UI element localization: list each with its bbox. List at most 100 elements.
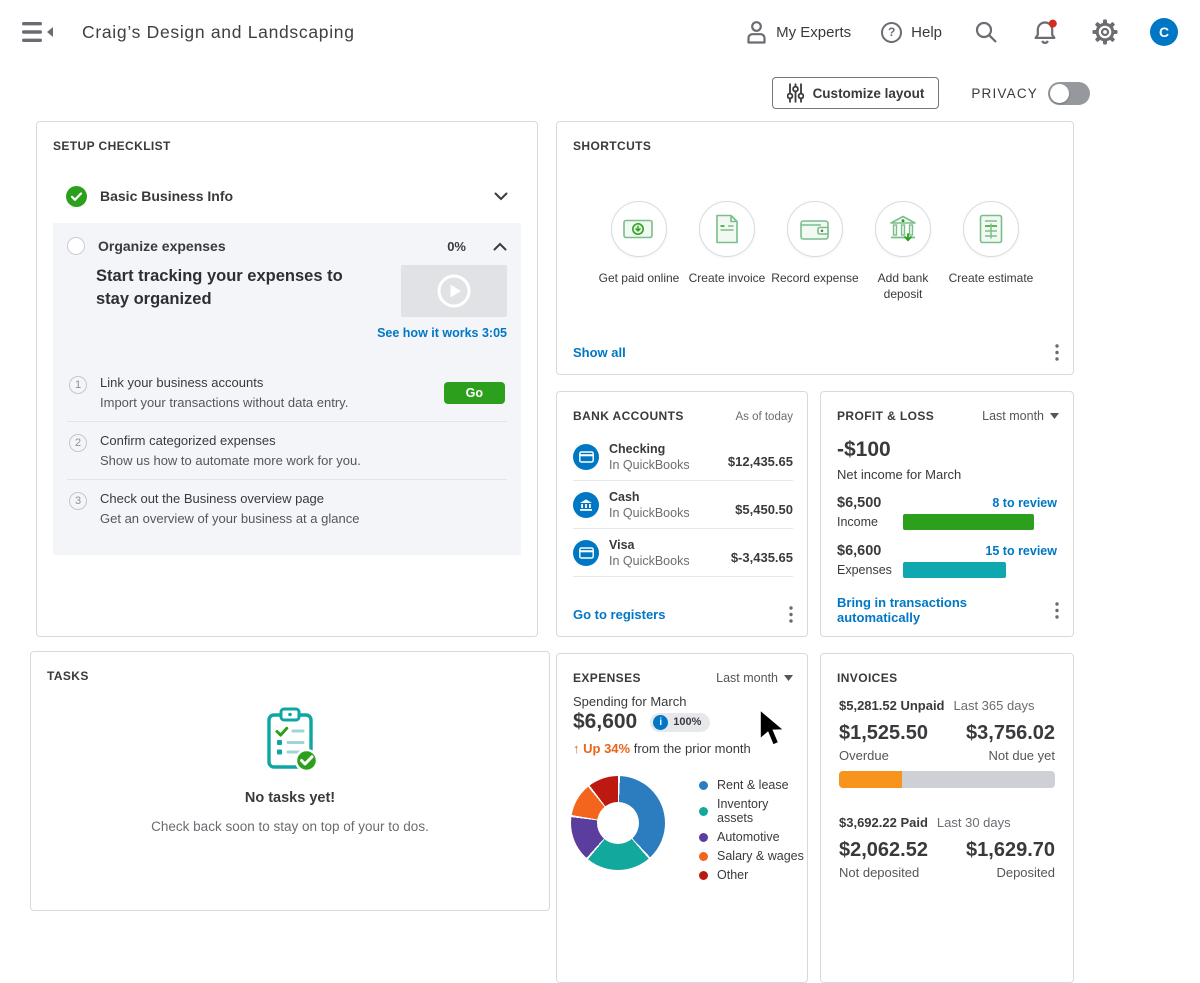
help-label: Help <box>911 24 942 41</box>
paid-amount-label: $3,692.22 Paid <box>839 815 928 830</box>
sliders-icon <box>787 83 804 103</box>
bank-row-cash[interactable]: Cash In QuickBooks $5,450.50 <box>573 481 793 529</box>
notifications-button[interactable] <box>1030 17 1060 48</box>
shortcuts-row: Get paid online Create invoice <box>557 201 1073 302</box>
bank-row-visa[interactable]: Visa In QuickBooks $-3,435.65 <box>573 529 793 577</box>
tasks-headline: No tasks yet! <box>245 790 335 806</box>
checklist-item-basic-business-info[interactable]: Basic Business Info <box>53 179 521 213</box>
bank-deposit-icon <box>875 201 931 257</box>
customize-layout-button[interactable]: Customize layout <box>772 77 940 109</box>
caret-down-icon <box>784 675 793 681</box>
organize-expenses-label: Organize expenses <box>98 238 226 254</box>
checklist-steps: 1 Link your business accounts Import you… <box>67 364 507 537</box>
my-experts-button[interactable]: My Experts <box>746 20 851 44</box>
checklist-step-link-accounts[interactable]: 1 Link your business accounts Import you… <box>67 364 507 421</box>
top-navbar: Craig’s Design and Landscaping My Expert… <box>0 0 1200 64</box>
legend-label: Salary & wages <box>717 849 804 863</box>
shortcut-add-bank-deposit[interactable]: Add bank deposit <box>859 201 947 302</box>
step-number-icon: 3 <box>69 492 87 510</box>
bank-row-checking[interactable]: Checking In QuickBooks $12,435.65 <box>573 433 793 481</box>
shortcut-record-expense[interactable]: Record expense <box>771 201 859 302</box>
expenses-bar[interactable] <box>903 562 1057 578</box>
search-button[interactable] <box>972 18 1000 46</box>
see-how-it-works-link[interactable]: See how it works 3:05 <box>377 326 507 340</box>
wallet-icon <box>787 201 843 257</box>
profit-loss-title: PROFIT & LOSS <box>837 409 934 423</box>
person-icon <box>746 20 767 44</box>
bank-accounts-card: BANK ACCOUNTS As of today Checking In Qu… <box>556 391 808 637</box>
legend-dot <box>699 871 708 880</box>
not-due-amount: $3,756.02 <box>966 722 1055 745</box>
go-to-registers-link[interactable]: Go to registers <box>573 607 665 622</box>
net-income-label: Net income for March <box>837 467 1057 482</box>
search-icon <box>974 20 998 44</box>
settings-button[interactable] <box>1090 17 1120 47</box>
show-all-link[interactable]: Show all <box>573 345 626 360</box>
chevron-down-icon <box>494 192 508 201</box>
credit-card-icon <box>573 540 599 566</box>
checklist-item-organize-expenses[interactable]: Organize expenses 0% <box>67 235 507 257</box>
bank-account-list: Checking In QuickBooks $12,435.65 Cash I… <box>573 433 793 577</box>
overdue-amount: $1,525.50 <box>839 722 928 745</box>
account-sub: In QuickBooks <box>609 554 690 568</box>
step-description: Show us how to automate more work for yo… <box>100 453 361 468</box>
donut-hole <box>597 802 639 844</box>
checklist-step-confirm-expenses[interactable]: 2 Confirm categorized expenses Show us h… <box>67 421 507 479</box>
account-name: Checking <box>609 442 690 456</box>
account-balance: $12,435.65 <box>728 454 793 472</box>
account-balance: $-3,435.65 <box>731 550 793 568</box>
organize-expenses-panel: Organize expenses 0% Start tracking your… <box>53 223 521 555</box>
income-label: Income <box>837 515 903 529</box>
legend-item: Salary & wages <box>699 849 807 863</box>
info-icon: i <box>653 715 668 730</box>
legend-item: Inventory assets <box>699 797 807 825</box>
legend-dot <box>699 781 708 790</box>
shortcuts-menu-button[interactable] <box>1053 342 1061 363</box>
video-thumbnail[interactable] <box>401 265 507 317</box>
sidebar-collapse-button[interactable] <box>18 16 60 48</box>
period-value: Last month <box>716 671 778 685</box>
invoices-title: INVOICES <box>837 671 898 685</box>
customize-layout-label: Customize layout <box>813 86 925 101</box>
video-column: See how it works 3:05 <box>382 265 507 340</box>
checklist-step-business-overview[interactable]: 3 Check out the Business overview page G… <box>67 479 507 537</box>
help-button[interactable]: ? Help <box>881 22 942 43</box>
legend-dot <box>699 807 708 816</box>
bank-icon <box>573 492 599 518</box>
shortcut-get-paid-online[interactable]: Get paid online <box>595 201 683 302</box>
credit-card-icon <box>573 444 599 470</box>
tasks-title: TASKS <box>31 652 549 683</box>
avatar[interactable]: C <box>1150 18 1178 46</box>
expenses-period-dropdown[interactable]: Last month <box>716 671 793 685</box>
invoices-progress-bar[interactable] <box>839 771 1055 788</box>
shortcut-label: Get paid online <box>599 270 680 286</box>
account-balance: $5,450.50 <box>735 502 793 520</box>
help-icon: ? <box>881 22 902 43</box>
shortcut-label: Add bank deposit <box>859 270 947 302</box>
percent-badge-value: 100% <box>673 716 701 728</box>
privacy-toggle[interactable] <box>1048 82 1090 105</box>
go-button[interactable]: Go <box>444 382 505 404</box>
company-name: Craig’s Design and Landscaping <box>82 22 355 43</box>
bring-in-transactions-link[interactable]: Bring in transactions automatically <box>837 595 1053 625</box>
shortcut-create-invoice[interactable]: Create invoice <box>683 201 771 302</box>
expenses-review-link[interactable]: 15 to review <box>985 544 1057 558</box>
organize-promo: Start tracking your expenses to stay org… <box>96 265 507 340</box>
bell-icon <box>1032 19 1058 46</box>
legend-dot <box>699 852 708 861</box>
toggle-knob <box>1050 84 1069 103</box>
legend-item: Automotive <box>699 830 807 844</box>
shortcut-create-estimate[interactable]: Create estimate <box>947 201 1035 302</box>
profit-loss-period-dropdown[interactable]: Last month <box>982 409 1059 423</box>
paid-summary: $3,692.22 PaidLast 30 days <box>839 815 1055 830</box>
account-name: Visa <box>609 538 690 552</box>
income-review-link[interactable]: 8 to review <box>992 496 1057 510</box>
bank-accounts-menu-button[interactable] <box>787 604 795 625</box>
legend-item: Other <box>699 868 807 882</box>
profit-loss-menu-button[interactable] <box>1053 600 1061 621</box>
completed-check-icon <box>66 186 87 207</box>
income-bar[interactable] <box>903 514 1057 530</box>
step-title: Confirm categorized expenses <box>100 433 361 448</box>
step-number-icon: 2 <box>69 434 87 452</box>
percent-badge: i 100% <box>650 713 710 732</box>
